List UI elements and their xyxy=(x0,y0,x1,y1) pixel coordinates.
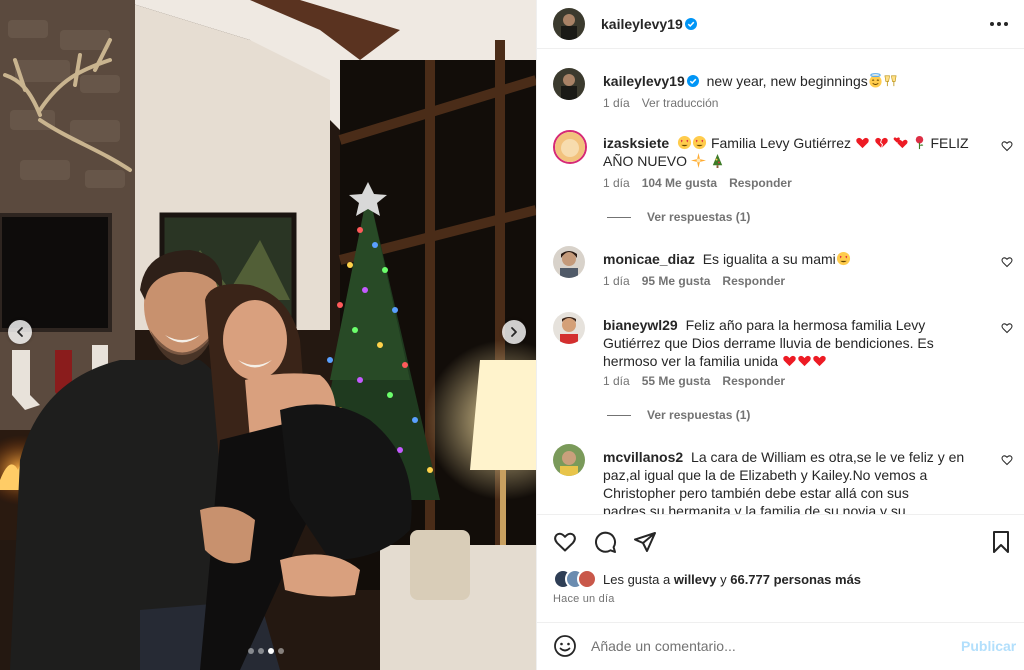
reply-button[interactable]: Responder xyxy=(722,274,785,288)
verified-badge-icon xyxy=(684,18,697,30)
commenter-username[interactable]: mcvillanos2 xyxy=(603,449,683,465)
comment-likes-count[interactable]: 55 Me gusta xyxy=(642,374,711,388)
see-translation-link[interactable]: Ver traducción xyxy=(642,96,719,110)
red-heart-icon xyxy=(798,355,811,367)
emoji-smiley-icon[interactable] xyxy=(553,634,577,658)
sparkle-icon xyxy=(690,153,706,168)
view-replies-button[interactable]: Ver respuestas (1) xyxy=(607,408,750,422)
comment-time[interactable]: 1 día xyxy=(603,176,630,190)
likes-count[interactable]: 66.777 personas más xyxy=(730,572,861,587)
post-header: kaileylevy19 xyxy=(537,0,1024,49)
carousel-dot xyxy=(248,648,254,654)
likes-prefix: Les gusta a xyxy=(603,571,671,587)
view-replies-label: Ver respuestas (1) xyxy=(647,408,751,422)
comments-list[interactable]: kaileylevy19 new year, new beginnings 1 … xyxy=(537,50,1024,514)
chevron-left-icon xyxy=(17,327,23,337)
carousel-indicator xyxy=(248,648,284,654)
caption-text: new year, new beginnings xyxy=(706,73,868,89)
christmas-tree-icon xyxy=(712,153,722,168)
chevron-right-icon xyxy=(511,327,517,337)
replies-divider xyxy=(607,414,631,416)
two-hearts-icon xyxy=(893,137,908,149)
smiling-face-with-halo-icon xyxy=(869,73,882,88)
commenter-avatar[interactable] xyxy=(553,246,585,278)
heart-eyes-emoji-icon xyxy=(693,135,707,150)
comment-text: Familia Levy Gutiérrez xyxy=(710,135,851,151)
like-comment-heart-icon[interactable] xyxy=(1001,140,1013,152)
caption-username[interactable]: kaileylevy19 xyxy=(603,73,699,89)
comment-text: Es igualita a su mami xyxy=(702,251,836,267)
comment-time[interactable]: 1 día xyxy=(603,274,630,288)
next-slide-button[interactable] xyxy=(502,320,526,344)
carousel-dot xyxy=(268,648,274,654)
author-avatar[interactable] xyxy=(553,8,585,40)
rose-icon xyxy=(915,135,923,150)
red-heart-icon xyxy=(856,137,869,149)
like-comment-heart-icon[interactable] xyxy=(1001,454,1013,466)
broken-heart-icon xyxy=(875,137,888,149)
likes-summary[interactable]: Les gusta a willevy y 66.777 personas má… xyxy=(553,569,861,589)
heart-eyes-emoji-icon xyxy=(678,135,692,150)
commenter-username[interactable]: monicae_diaz xyxy=(603,251,695,267)
carousel-dot xyxy=(258,648,264,654)
commenter-username[interactable]: bianeywl29 xyxy=(603,317,678,333)
red-heart-icon xyxy=(783,355,796,367)
commenter-username[interactable]: izasksiete xyxy=(603,135,669,151)
commenter-avatar[interactable] xyxy=(553,130,587,164)
comment-time[interactable]: 1 día xyxy=(603,374,630,388)
add-comment-bar: Publicar xyxy=(537,622,1024,670)
post-photo[interactable] xyxy=(0,0,536,670)
verified-badge-icon xyxy=(686,75,699,87)
like-comment-heart-icon[interactable] xyxy=(1001,256,1013,268)
caption-avatar[interactable] xyxy=(553,68,585,100)
comment-bubble-icon[interactable] xyxy=(593,530,617,554)
author-username[interactable]: kaileylevy19 xyxy=(601,16,697,32)
liker-username[interactable]: willevy xyxy=(674,572,717,587)
post-timestamp[interactable]: Hace un día xyxy=(553,593,615,605)
view-replies-button[interactable]: Ver respuestas (1) xyxy=(607,210,750,224)
caption-time[interactable]: 1 día xyxy=(603,96,630,110)
comment-likes-count[interactable]: 95 Me gusta xyxy=(642,274,711,288)
liker-avatars xyxy=(553,569,597,589)
heart-eyes-emoji-icon xyxy=(836,251,850,266)
carousel-dot xyxy=(278,648,284,654)
post-image xyxy=(0,0,536,670)
comment-input[interactable] xyxy=(591,635,951,657)
commenter-avatar[interactable] xyxy=(553,444,585,476)
like-comment-heart-icon[interactable] xyxy=(1001,322,1013,334)
previous-slide-button[interactable] xyxy=(8,320,32,344)
like-heart-icon[interactable] xyxy=(553,530,577,554)
comment-likes-count[interactable]: 104 Me gusta xyxy=(642,176,717,190)
clinking-glasses-icon xyxy=(884,75,897,87)
reply-button[interactable]: Responder xyxy=(729,176,792,190)
reply-button[interactable]: Responder xyxy=(722,374,785,388)
more-options-icon[interactable] xyxy=(987,15,1011,33)
post-actions: Les gusta a willevy y 66.777 personas má… xyxy=(537,514,1024,622)
commenter-avatar[interactable] xyxy=(553,312,585,344)
post-panel: kaileylevy19 kaileylevy19 new year, new … xyxy=(536,0,1024,670)
red-heart-icon xyxy=(813,355,826,367)
replies-divider xyxy=(607,216,631,218)
likes-joiner: y xyxy=(720,571,727,587)
publish-button[interactable]: Publicar xyxy=(961,638,1016,654)
view-replies-label: Ver respuestas (1) xyxy=(647,210,751,224)
liker-avatar xyxy=(577,569,597,589)
share-paper-plane-icon[interactable] xyxy=(633,530,657,554)
save-bookmark-icon[interactable] xyxy=(989,530,1013,554)
